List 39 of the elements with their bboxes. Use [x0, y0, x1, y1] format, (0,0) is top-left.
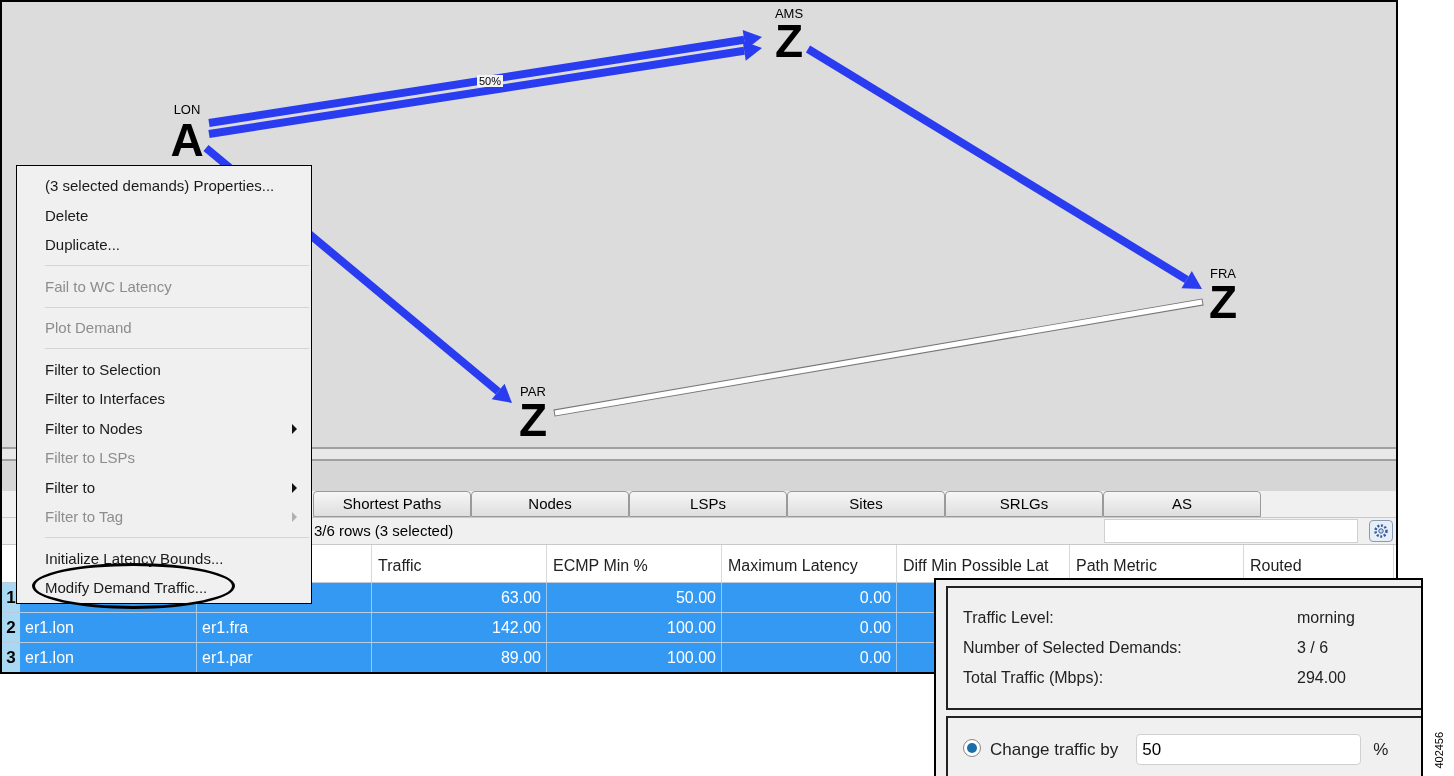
menu-item[interactable]: Filter to Selection [17, 355, 311, 385]
radio-button[interactable] [963, 739, 981, 757]
percent-field[interactable]: 50 [1136, 734, 1362, 765]
filter-field[interactable] [1104, 519, 1358, 544]
tab[interactable]: Sites [787, 491, 945, 518]
radio-label: Change traffic by [990, 739, 1119, 761]
table-cell: er1.par [197, 643, 372, 672]
row-count: 3/6 rows (3 selected) [314, 521, 454, 542]
table-cell: 0.00 [722, 643, 897, 672]
menu-item[interactable]: Filter to Interfaces [17, 384, 311, 415]
node-symbol[interactable]: A [170, 114, 204, 166]
menu-item[interactable]: Delete [17, 201, 311, 231]
figure-number: 402456 [1431, 730, 1446, 771]
tab[interactable]: LSPs [629, 491, 787, 518]
row-number: 3 [2, 643, 20, 672]
tab[interactable]: SRLGs [945, 491, 1103, 518]
node-label: FRA [1210, 266, 1236, 281]
node-label: AMS [774, 6, 804, 21]
settings-icon [1373, 523, 1389, 540]
settings-button[interactable] [1369, 520, 1393, 543]
tab[interactable]: Shortest Paths [313, 491, 471, 518]
table-cell: er1.lon [20, 643, 197, 672]
table-cell: 89.00 [372, 643, 547, 672]
menu-item[interactable]: Filter to Nodes [17, 414, 311, 444]
unit-label: % [1373, 739, 1389, 761]
tab[interactable]: AS [1103, 491, 1261, 518]
link-arrow[interactable] [208, 40, 762, 138]
link-label: 50% [477, 75, 503, 87]
link-arrow[interactable] [805, 45, 1202, 289]
node-label: LON [173, 102, 201, 117]
tab[interactable]: Nodes [471, 491, 629, 518]
link-arrow[interactable] [208, 29, 762, 127]
menu-item[interactable]: Filter to [17, 473, 311, 503]
table-cell: 100.00 [547, 643, 722, 672]
menu-item[interactable]: Initialize Latency Bounds... [17, 544, 311, 574]
menu-item[interactable]: Duplicate... [17, 230, 311, 261]
menu-item[interactable]: (3 selected demands) Properties... [17, 172, 311, 202]
node-label: PAR [520, 384, 546, 399]
row-number: 2 [2, 613, 20, 643]
